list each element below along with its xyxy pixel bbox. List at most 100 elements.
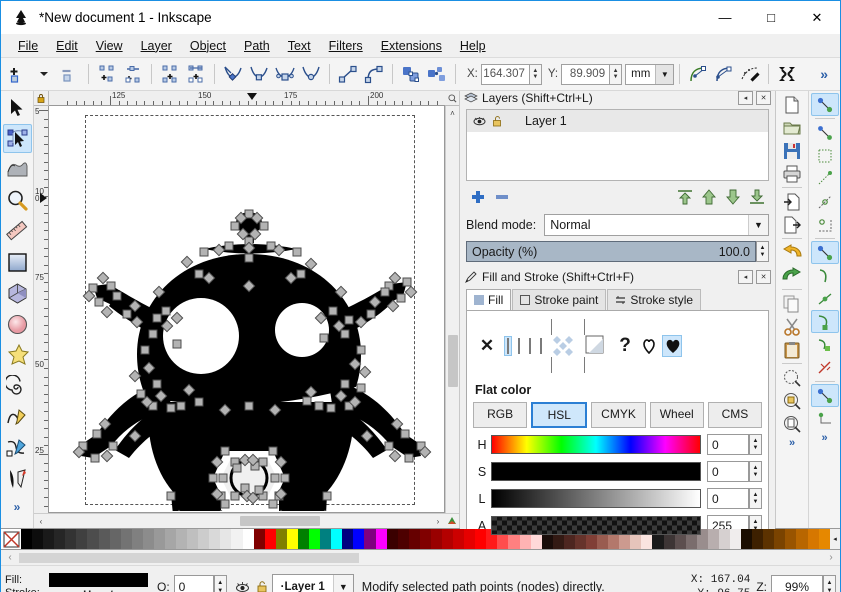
statusbar-scroll-thumb[interactable] — [19, 552, 359, 563]
palette-swatch[interactable] — [441, 529, 454, 549]
lower-layer-button[interactable] — [721, 186, 745, 208]
color-mode-hsl[interactable]: HSL — [531, 402, 588, 428]
opacity-spinner[interactable]: ▲ ▼ — [756, 241, 769, 262]
path-node-smooth[interactable] — [304, 385, 318, 399]
path-node-cusp[interactable] — [266, 241, 276, 251]
path-node-cusp[interactable] — [230, 221, 240, 231]
path-node-cusp[interactable] — [94, 297, 104, 307]
pattern-button[interactable] — [537, 336, 545, 356]
path-node-cusp[interactable] — [380, 287, 390, 297]
path-node-smooth[interactable] — [284, 271, 298, 285]
path-node-smooth[interactable] — [218, 403, 232, 417]
insert-node-button[interactable] — [5, 61, 31, 87]
x-coord-spinner[interactable]: ▲▼ — [480, 63, 542, 85]
path-node-smooth[interactable] — [368, 295, 382, 309]
object-opacity-input[interactable]: 0 — [173, 575, 214, 592]
remove-layer-button[interactable] — [490, 186, 514, 208]
snap-object-center-button[interactable] — [811, 407, 839, 430]
path-node-cusp[interactable] — [259, 221, 269, 231]
path-node-smooth[interactable] — [130, 315, 144, 329]
saturation-spinner[interactable]: ▲ ▼ — [749, 461, 762, 482]
tweak-tool[interactable] — [3, 155, 32, 184]
stroke-to-path-button[interactable] — [424, 61, 450, 87]
path-node-smooth[interactable] — [268, 403, 282, 417]
color-palette[interactable]: ◂ — [1, 528, 840, 550]
units-select[interactable]: mm ▼ — [625, 63, 675, 85]
print-button[interactable] — [778, 162, 806, 185]
canvas-horizontal-scrollbar[interactable]: ‹ › — [34, 513, 459, 528]
zoom-input[interactable]: 99% — [771, 575, 823, 592]
palette-swatch[interactable] — [464, 529, 476, 549]
snap-midpoint-button[interactable] — [811, 356, 839, 379]
path-node-smooth[interactable] — [128, 369, 142, 383]
palette-swatch[interactable] — [309, 529, 321, 549]
tab-stroke-paint[interactable]: Stroke paint — [512, 289, 607, 310]
path-node-smooth[interactable] — [202, 271, 216, 285]
zoom-selection-button[interactable] — [778, 366, 806, 389]
x-coord-arrows[interactable]: ▲ ▼ — [528, 63, 542, 85]
path-node-cusp[interactable] — [194, 269, 204, 279]
redo-button[interactable] — [778, 264, 806, 287]
copy-button[interactable] — [778, 292, 806, 315]
y-coord-input[interactable] — [561, 63, 610, 85]
palette-swatch[interactable] — [231, 529, 243, 549]
path-node-cusp[interactable] — [268, 446, 278, 456]
no-color-x-icon[interactable] — [1, 529, 21, 549]
drawing-canvas[interactable] — [49, 106, 445, 513]
path-node-cusp[interactable] — [356, 383, 366, 393]
palette-swatch[interactable] — [763, 529, 775, 549]
chevron-down-icon[interactable]: ▼ — [332, 575, 353, 592]
undo-button[interactable] — [778, 241, 806, 264]
menu-help[interactable]: Help — [451, 36, 495, 56]
node-type-symmetric-button[interactable] — [272, 61, 298, 87]
edit-clip-button[interactable] — [774, 61, 800, 87]
opacity-slider[interactable]: Opacity (%) 100.0 — [466, 241, 756, 262]
path-node-cusp[interactable] — [244, 209, 254, 219]
path-node-smooth[interactable] — [348, 357, 362, 371]
star-tool[interactable] — [3, 341, 32, 370]
color-mode-wheel[interactable]: Wheel — [649, 402, 704, 428]
menu-edit[interactable]: Edit — [47, 36, 87, 56]
break-path-button[interactable] — [94, 61, 120, 87]
palette-swatch[interactable] — [331, 529, 343, 549]
selector-tool[interactable] — [3, 93, 32, 122]
zoom-tool[interactable] — [3, 186, 32, 215]
palette-swatch[interactable] — [807, 529, 819, 549]
canvas-zoom-icon[interactable] — [445, 91, 459, 106]
unlocked-icon[interactable] — [492, 115, 503, 127]
alpha-slider[interactable] — [491, 516, 701, 535]
path-node-smooth[interactable] — [214, 509, 228, 511]
box3d-tool[interactable] — [3, 279, 32, 308]
paste-button[interactable] — [778, 338, 806, 361]
palette-swatch[interactable] — [818, 529, 830, 549]
segment-to-curve-button[interactable] — [361, 61, 387, 87]
path-node-cusp[interactable] — [340, 379, 350, 389]
path-node-cusp[interactable] — [88, 283, 98, 293]
segment-to-line-button[interactable] — [335, 61, 361, 87]
show-transform-handles-button[interactable] — [685, 61, 711, 87]
join-nodes-button[interactable] — [120, 61, 146, 87]
statusbar-scroll[interactable]: ‹ › — [1, 550, 840, 566]
palette-swatch[interactable] — [65, 529, 77, 549]
layer-row-1[interactable]: Layer 1 — [467, 110, 768, 132]
palette-swatch[interactable] — [785, 529, 797, 549]
path-node-cusp[interactable] — [366, 309, 376, 319]
palette-swatch[interactable] — [297, 529, 310, 549]
fill-stroke-indicator-values[interactable]: Unset — [49, 573, 149, 592]
palette-swatch[interactable] — [774, 529, 786, 549]
path-node-smooth[interactable] — [152, 285, 166, 299]
object-to-path-button[interactable] — [398, 61, 424, 87]
menu-path[interactable]: Path — [235, 36, 279, 56]
path-node-smooth[interactable] — [334, 389, 348, 403]
fill-rule-nonzero-button[interactable] — [662, 335, 682, 357]
raise-layer-button[interactable] — [697, 186, 721, 208]
rectangle-tool[interactable] — [3, 248, 32, 277]
path-node-cusp[interactable] — [302, 396, 312, 406]
path-node-cusp[interactable] — [319, 333, 329, 343]
path-node-smooth[interactable] — [210, 455, 224, 469]
join-segment-button[interactable] — [157, 61, 183, 87]
scroll-right-button[interactable]: › — [431, 514, 445, 528]
layer-opacity-row[interactable]: Opacity (%) 100.0 ▲ ▼ — [466, 241, 769, 262]
palette-swatch[interactable] — [253, 529, 265, 549]
add-layer-button[interactable] — [466, 186, 490, 208]
